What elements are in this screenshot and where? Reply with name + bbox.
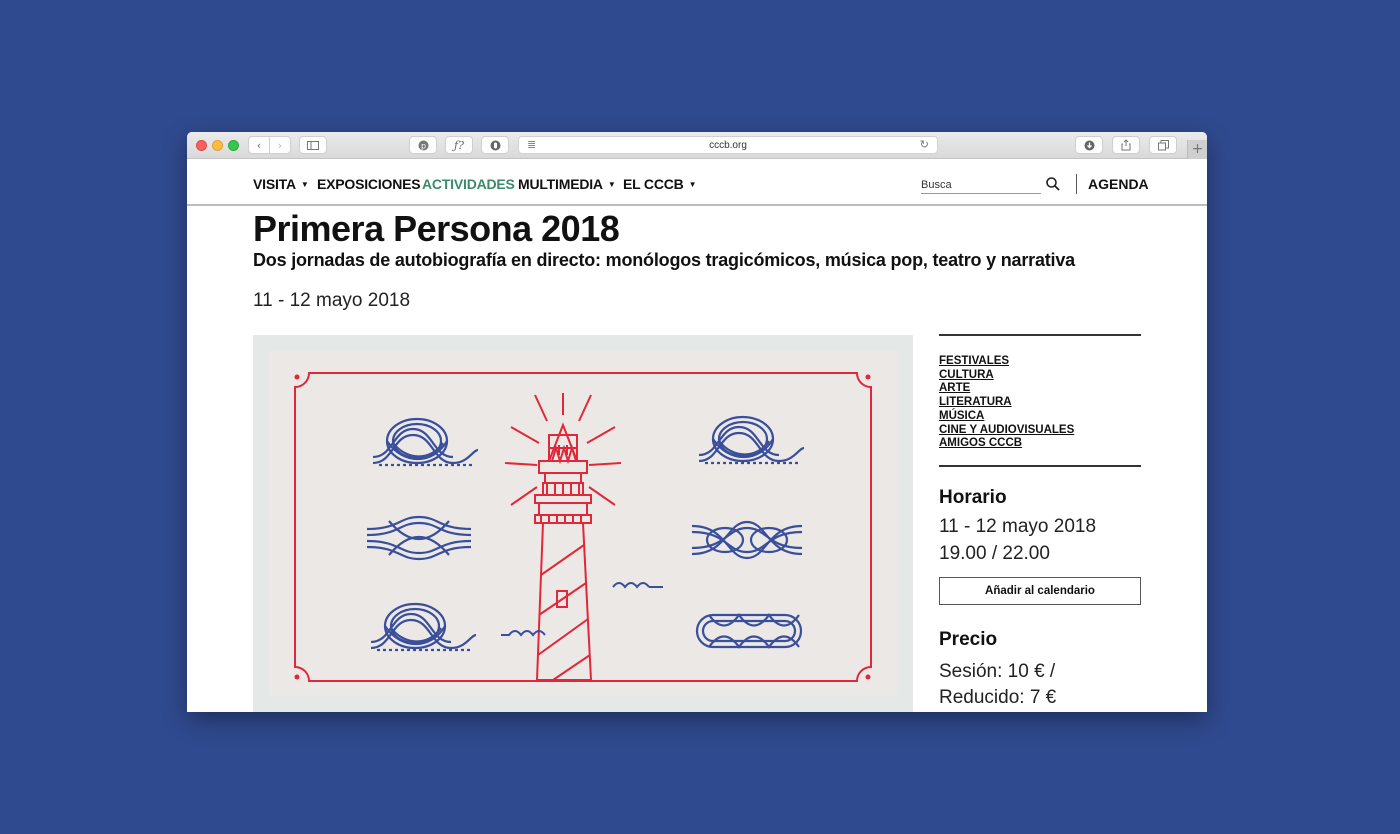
nav-item-actividades[interactable]: ACTIVIDADES (422, 176, 515, 192)
new-tab-icon[interactable]: + (1187, 140, 1207, 159)
tag-link[interactable]: FESTIVALES (939, 355, 1141, 369)
price-line-reduced: Reducido: 7 € (939, 686, 1057, 708)
browser-window: ‹ › p ƒ? ≣ cccb.org ↻ + VISITA ▼ EXPOSICI… (187, 132, 1207, 712)
add-to-calendar-button[interactable]: Añadir al calendario (939, 576, 1141, 605)
nav-item-el-cccb[interactable]: EL CCCB ▼ (623, 176, 696, 192)
tag-link[interactable]: AMIGOS CCCB (939, 437, 1141, 451)
site-nav: VISITA ▼ EXPOSICIONES ACTIVIDADES MULTIME… (187, 160, 1207, 206)
browser-toolbar: ‹ › p ƒ? ≣ cccb.org ↻ + (187, 132, 1207, 159)
address-bar[interactable]: ≣ cccb.org ↻ (518, 136, 938, 154)
back-icon[interactable]: ‹ (248, 136, 270, 154)
event-sidebar: FESTIVALES CULTURA ARTE LITERATURA MÚSIC… (939, 334, 1141, 711)
forward-icon[interactable]: › (269, 136, 291, 154)
price-line: Sesión: 10 € / (939, 660, 1056, 682)
page-subtitle: Dos jornadas de autobiografía en directo… (253, 250, 1075, 270)
caret-down-icon: ▼ (607, 180, 616, 189)
schedule-time: 19.00 / 22.00 (939, 542, 1050, 564)
tag-link[interactable]: LITERATURA (939, 396, 1141, 410)
schedule-heading: Horario (939, 486, 1007, 508)
font-icon[interactable]: ƒ? (445, 136, 473, 154)
nav-divider (1076, 174, 1077, 194)
tabs-icon[interactable] (1149, 136, 1177, 154)
tag-link[interactable]: CULTURA (939, 369, 1141, 383)
minimize-window-button[interactable] (212, 140, 223, 151)
tag-link[interactable]: MÚSICA (939, 410, 1141, 424)
tag-link[interactable]: CINE Y AUDIOVISUALES (939, 424, 1141, 438)
zoom-window-button[interactable] (228, 140, 239, 151)
tag-link[interactable]: ARTE (939, 382, 1141, 396)
price-heading: Precio (939, 628, 998, 650)
sidebar-icon[interactable] (299, 136, 327, 154)
event-poster-image (253, 335, 913, 712)
download-icon[interactable] (1075, 136, 1103, 154)
page-title: Primera Persona 2018 (253, 208, 620, 249)
category-tags: FESTIVALES CULTURA ARTE LITERATURA MÚSIC… (939, 336, 1141, 465)
schedule-dates: 11 - 12 mayo 2018 (939, 515, 1097, 537)
pinterest-icon[interactable]: p (409, 136, 437, 154)
search-input[interactable] (921, 176, 1041, 194)
nav-agenda-link[interactable]: AGENDA (1088, 176, 1149, 192)
caret-down-icon: ▼ (688, 180, 697, 189)
svg-text:p: p (420, 141, 425, 150)
reload-icon[interactable]: ↻ (920, 138, 929, 151)
privacy-icon[interactable] (481, 136, 509, 154)
event-dates: 11 - 12 mayo 2018 (253, 290, 411, 311)
share-icon[interactable] (1112, 136, 1140, 154)
caret-down-icon: ▼ (300, 180, 309, 189)
close-window-button[interactable] (196, 140, 207, 151)
divider (939, 464, 1141, 467)
nav-item-exposiciones[interactable]: EXPOSICIONES (317, 176, 421, 192)
search-icon[interactable] (1045, 176, 1061, 192)
nav-item-visita[interactable]: VISITA ▼ (253, 176, 309, 192)
nav-item-multimedia[interactable]: MULTIMEDIA ▼ (518, 176, 616, 192)
url-text: cccb.org (709, 140, 747, 151)
